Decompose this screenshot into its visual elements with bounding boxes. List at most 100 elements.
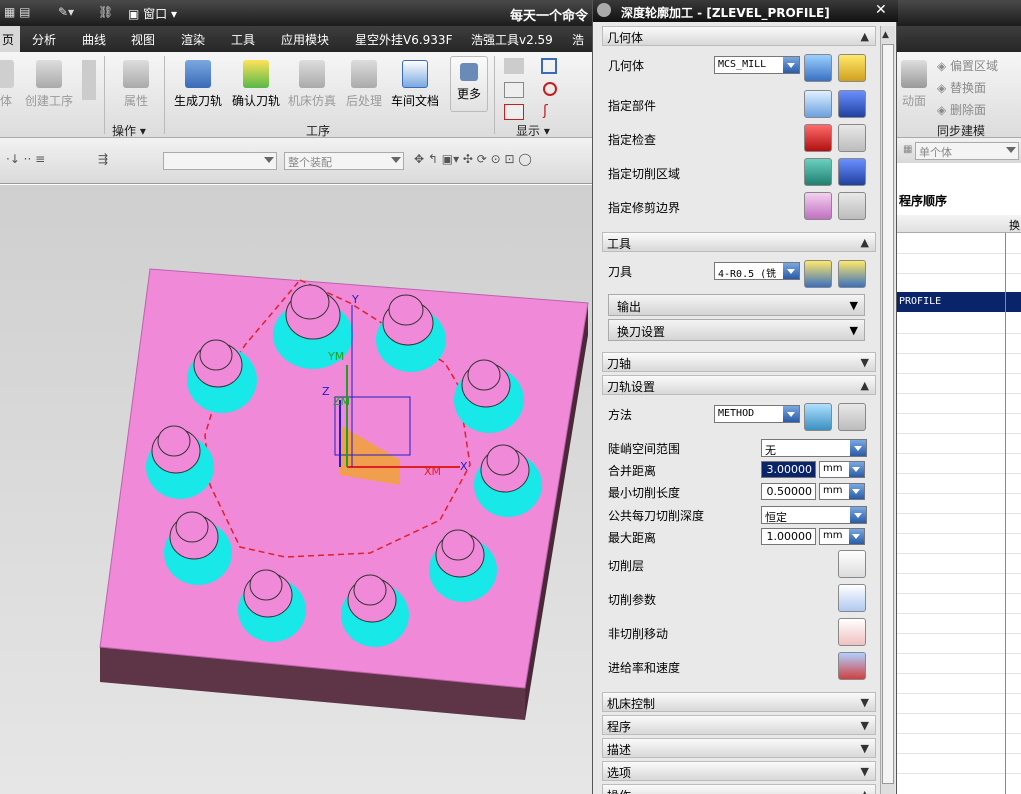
- display-toolpath-icon[interactable]: [504, 58, 524, 74]
- new-tool-icon[interactable]: [804, 260, 832, 288]
- nav-row[interactable]: [897, 274, 1021, 294]
- display-trim-flashlight-icon[interactable]: [838, 192, 866, 220]
- menu-analysis[interactable]: 分析: [32, 31, 56, 48]
- menu-app-modules[interactable]: 应用模块: [281, 31, 329, 48]
- nav-row-selected[interactable]: PROFILE: [897, 292, 1021, 312]
- section-program[interactable]: 程序 ▼: [602, 715, 876, 735]
- edit-tool-icon[interactable]: [838, 260, 866, 288]
- display-target-icon[interactable]: [543, 82, 557, 96]
- dialog-close-button[interactable]: ✕: [875, 2, 887, 18]
- scroll-up-icon[interactable]: ▲: [882, 30, 894, 40]
- section-options[interactable]: 选项 ▼: [602, 761, 876, 781]
- nav-row[interactable]: [897, 254, 1021, 274]
- method-select[interactable]: METHOD: [714, 405, 800, 423]
- app-icon[interactable]: ▦ ▤: [4, 5, 31, 19]
- menu-view[interactable]: 视图: [131, 31, 155, 48]
- menu-hao[interactable]: 浩: [572, 31, 584, 48]
- nav-row[interactable]: [897, 574, 1021, 594]
- min-cut-length-unit[interactable]: mm: [819, 483, 865, 500]
- delete-face-button[interactable]: ◈ 删除面: [937, 101, 986, 118]
- select-part-icon[interactable]: [804, 90, 832, 118]
- display-frame-icon[interactable]: [541, 58, 557, 74]
- generate-toolpath-button[interactable]: 生成刀轨: [172, 60, 224, 109]
- shop-doc-button[interactable]: 车间文档: [389, 60, 441, 109]
- select-cut-area-icon[interactable]: [804, 158, 832, 186]
- nav-row[interactable]: [897, 674, 1021, 694]
- tool-select[interactable]: 4-R0.5 (铣: [714, 262, 800, 280]
- nav-row[interactable]: [897, 714, 1021, 734]
- create-program-button[interactable]: 创建工序: [22, 60, 76, 109]
- display-list-icon[interactable]: [504, 82, 524, 98]
- menu-home[interactable]: 页: [0, 26, 21, 52]
- section-description[interactable]: 描述 ▼: [602, 738, 876, 758]
- verify-toolpath-button[interactable]: 确认刀轨: [230, 60, 282, 109]
- nav-row[interactable]: [897, 494, 1021, 514]
- graphics-window[interactable]: XM YM ZM Z Y X: [0, 185, 595, 794]
- nav-row[interactable]: [897, 314, 1021, 334]
- section-path-settings[interactable]: 刀轨设置 ▲: [602, 375, 876, 395]
- nav-row[interactable]: [897, 374, 1021, 394]
- type-filter-combo[interactable]: [163, 152, 277, 170]
- window-menu[interactable]: ▣ 窗口 ▾: [128, 5, 177, 22]
- section-tool[interactable]: 工具 ▲: [602, 232, 876, 252]
- filter-icon[interactable]: ⇶: [98, 152, 108, 166]
- nav-row[interactable]: [897, 754, 1021, 774]
- more-button[interactable]: 更多: [450, 56, 488, 112]
- nav-row[interactable]: [897, 354, 1021, 374]
- display-check-flashlight-icon[interactable]: [838, 124, 866, 152]
- assembly-filter-combo[interactable]: 整个装配: [284, 152, 404, 170]
- nav-row[interactable]: [897, 534, 1021, 554]
- display-curve-icon[interactable]: ʃ: [543, 104, 557, 118]
- max-distance-unit[interactable]: mm: [819, 528, 865, 545]
- merge-distance-unit[interactable]: mm: [819, 461, 865, 478]
- section-tool-axis[interactable]: 刀轴 ▼: [602, 352, 876, 372]
- section-geometry[interactable]: 几何体 ▲: [602, 26, 876, 46]
- nav-row[interactable]: [897, 694, 1021, 714]
- select-check-icon[interactable]: [804, 124, 832, 152]
- menu-haoqiang[interactable]: 浩强工具v2.59: [471, 31, 553, 48]
- nav-row[interactable]: [897, 434, 1021, 454]
- tool-icon[interactable]: ✎▾: [58, 5, 74, 19]
- min-cut-length-input[interactable]: 0.50000: [761, 483, 816, 500]
- edit-geometry-icon[interactable]: [838, 54, 866, 82]
- output-subsection[interactable]: 输出 ▼: [608, 294, 865, 316]
- nav-row[interactable]: [897, 554, 1021, 574]
- edit-method-icon[interactable]: [838, 403, 866, 431]
- section-actions[interactable]: 操作▲: [602, 784, 876, 794]
- display-part-flashlight-icon[interactable]: [838, 90, 866, 118]
- nav-row[interactable]: [897, 654, 1021, 674]
- max-distance-input[interactable]: 1.00000: [761, 528, 816, 545]
- menu-curve[interactable]: 曲线: [82, 31, 106, 48]
- machine-sim-button[interactable]: 机床仿真: [286, 60, 338, 109]
- scroll-thumb[interactable]: [882, 44, 894, 784]
- menu-tools[interactable]: 工具: [231, 31, 255, 48]
- nav-row[interactable]: [897, 734, 1021, 754]
- display-cut-area-flashlight-icon[interactable]: [838, 158, 866, 186]
- nav-row[interactable]: [897, 334, 1021, 354]
- tool-change-subsection[interactable]: 换刀设置 ▼: [608, 319, 865, 341]
- move-face-button[interactable]: 动面: [897, 60, 931, 109]
- replace-face-button[interactable]: ◈ 替换面: [937, 79, 986, 96]
- new-method-icon[interactable]: [804, 403, 832, 431]
- merge-distance-input[interactable]: 3.00000: [761, 461, 816, 478]
- menu-render[interactable]: 渲染: [181, 31, 205, 48]
- select-trim-boundary-icon[interactable]: [804, 192, 832, 220]
- model-view[interactable]: XM YM ZM Z Y X: [0, 185, 595, 794]
- nav-row[interactable]: [897, 234, 1021, 254]
- nav-row[interactable]: [897, 614, 1021, 634]
- offset-region-button[interactable]: ◈ 偏置区域: [937, 57, 998, 74]
- nav-row[interactable]: [897, 474, 1021, 494]
- cut-params-icon[interactable]: [838, 584, 866, 612]
- dialog-scrollbar[interactable]: ▲: [880, 26, 895, 794]
- dialog-settings-icon[interactable]: [597, 3, 611, 17]
- nav-row[interactable]: [897, 394, 1021, 414]
- depth-per-cut-select[interactable]: 恒定: [761, 506, 867, 524]
- nav-row[interactable]: [897, 594, 1021, 614]
- snap-icons[interactable]: ⋅↓ ⋅⋅ ≡: [6, 152, 45, 166]
- new-geometry-icon[interactable]: [804, 54, 832, 82]
- non-cut-moves-icon[interactable]: [838, 618, 866, 646]
- menu-xingkong[interactable]: 星空外挂V6.933F: [355, 31, 452, 48]
- postprocess-button[interactable]: 后处理: [342, 60, 386, 109]
- geometry-select[interactable]: MCS_MILL: [714, 56, 800, 74]
- nav-row[interactable]: [897, 634, 1021, 654]
